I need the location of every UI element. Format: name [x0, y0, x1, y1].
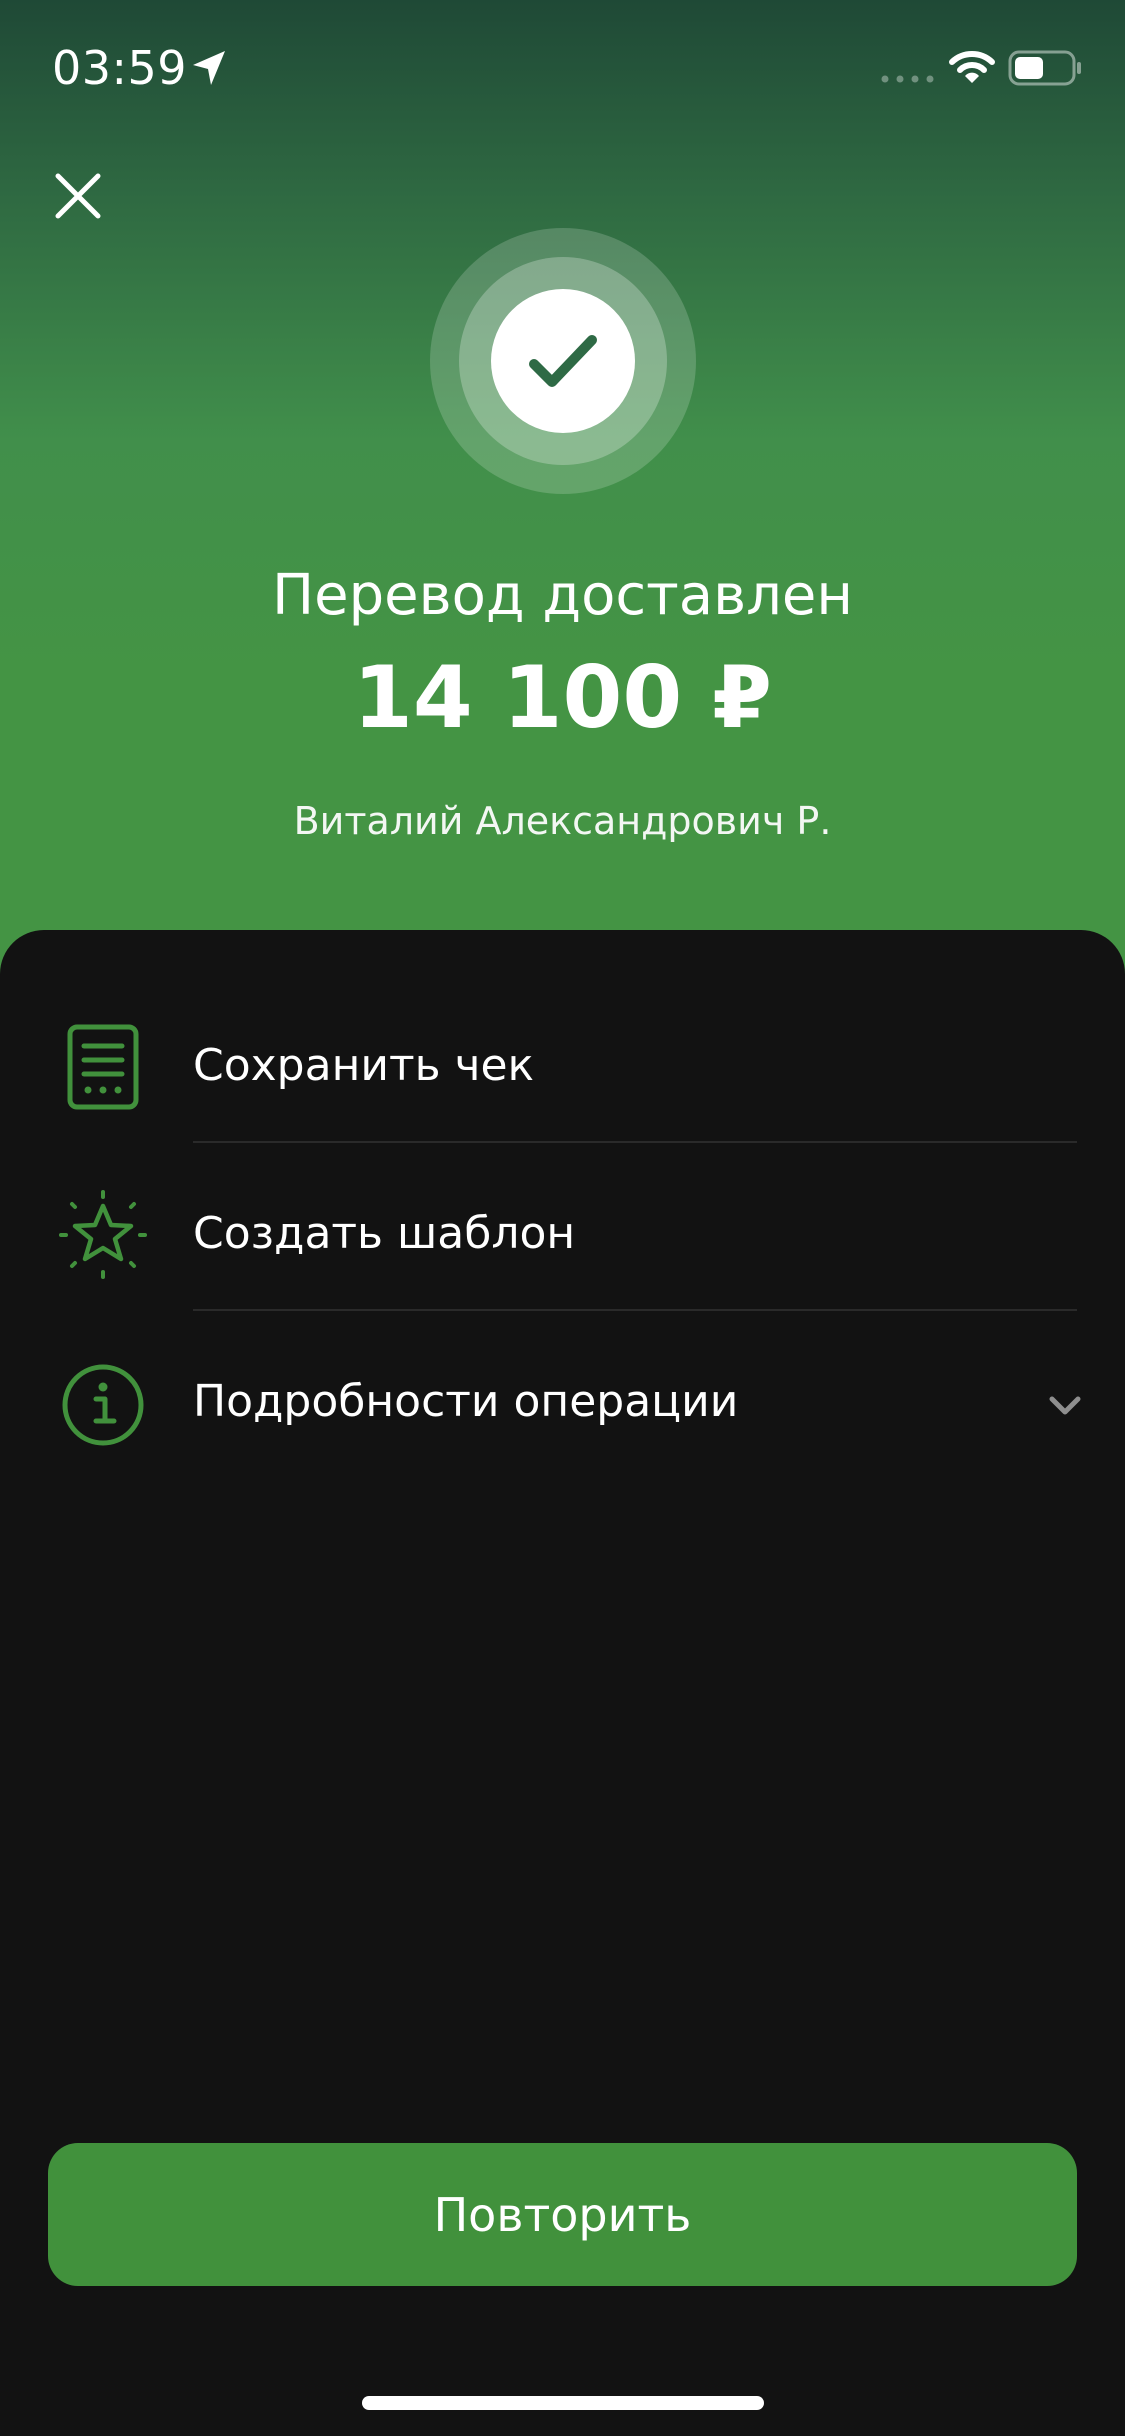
payment-success-screen: 03:59 Перевод доставлен 14 100 ₽ Виталий…	[0, 0, 1125, 2436]
operation-details-label: Подробности операции	[193, 1376, 739, 1427]
create-template-label: Создать шаблон	[193, 1208, 576, 1259]
recipient-name: Виталий Александрович Р.	[293, 799, 832, 843]
status-time: 03:59	[52, 41, 188, 95]
receipt-icon	[67, 1024, 139, 1110]
save-receipt-label: Сохранить чек	[193, 1040, 535, 1091]
location-arrow-icon	[193, 51, 225, 85]
star-icon	[59, 1190, 147, 1279]
home-indicator[interactable]	[362, 2396, 764, 2410]
success-badge	[430, 228, 696, 494]
cellular-signal-icon	[881, 75, 934, 83]
info-icon	[62, 1364, 144, 1446]
actions-sheet: Сохранить чек Создать шаблон Подробности…	[0, 930, 1125, 2436]
divider	[193, 1309, 1077, 1311]
create-template-button[interactable]: Создать шаблон	[0, 1170, 1125, 1338]
repeat-button-label: Повторить	[433, 2187, 692, 2242]
success-header: 03:59 Перевод доставлен 14 100 ₽ Виталий…	[0, 0, 1125, 1000]
divider	[193, 1141, 1077, 1143]
battery-icon	[1008, 50, 1081, 86]
page-title: Перевод доставлен	[272, 563, 853, 628]
transfer-amount: 14 100 ₽	[353, 648, 772, 748]
chevron-down-icon[interactable]	[1046, 1394, 1084, 1418]
operation-details-button[interactable]: Подробности операции	[0, 1338, 1125, 1506]
save-receipt-button[interactable]: Сохранить чек	[0, 1002, 1125, 1170]
repeat-button[interactable]: Повторить	[48, 2143, 1077, 2286]
wifi-icon	[949, 51, 995, 83]
checkmark-icon	[529, 335, 597, 387]
close-icon[interactable]	[48, 166, 108, 226]
